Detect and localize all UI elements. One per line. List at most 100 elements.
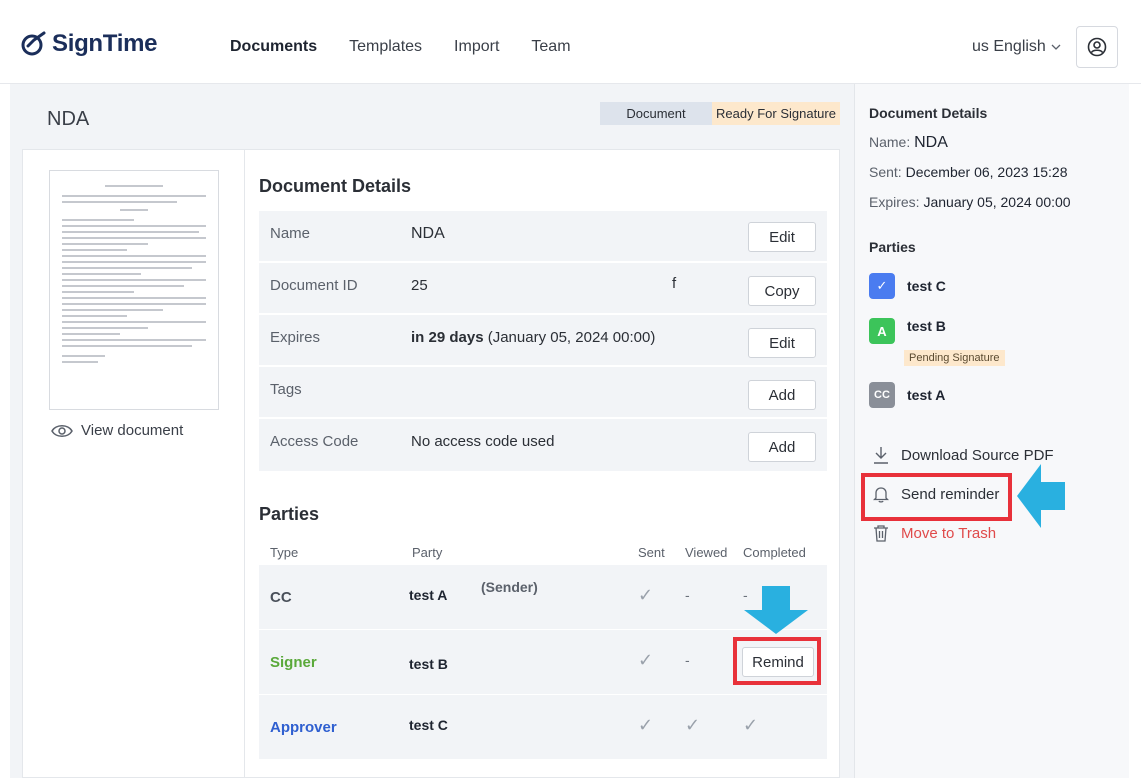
chevron-down-icon: [1051, 44, 1061, 50]
sidebar-party: ✓ test C: [869, 273, 946, 299]
nav-templates[interactable]: Templates: [349, 38, 422, 56]
document-details-heading: Document Details: [259, 176, 412, 196]
sidebar-party: CC test A: [869, 382, 945, 408]
party-name: test C: [907, 278, 946, 294]
completed-check-icon: ✓: [743, 715, 759, 735]
language-label: us English: [972, 38, 1046, 55]
send-reminder-highlight-box: [861, 473, 1012, 521]
expires-date: (January 05, 2024 00:00): [487, 329, 656, 346]
logo[interactable]: SignTime: [20, 30, 157, 58]
party-name: test B: [907, 318, 946, 334]
party-name: test A: [907, 387, 946, 403]
name-value: NDA: [914, 134, 948, 151]
main-nav: Documents Templates Import Team: [230, 38, 571, 56]
language-selector[interactable]: us English: [972, 38, 1062, 56]
expires-value: January 05, 2024 00:00: [923, 194, 1071, 210]
detail-value: in 29 days (January 05, 2024 00:00): [411, 329, 655, 346]
detail-label: Name: [270, 225, 311, 242]
sent-check-icon: ✓: [638, 585, 654, 605]
sent-check-icon: ✓: [638, 715, 654, 735]
sidebar-name: Name: NDA: [869, 134, 948, 152]
arrow-down-icon: [744, 586, 808, 634]
party-name: test B: [409, 656, 448, 672]
detail-row-access-code: Access Code No access code used Add: [259, 419, 827, 471]
parties-table-header: Type Party Sent Viewed Completed: [259, 543, 827, 565]
details-table: Name NDA Edit Document ID 25 f Copy Expi…: [259, 211, 827, 471]
move-to-trash-label: Move to Trash: [901, 524, 997, 542]
avatar: CC: [869, 382, 895, 408]
header-completed: Completed: [743, 545, 806, 560]
copy-id-button[interactable]: Copy: [748, 276, 816, 306]
viewed-check-icon: ✓: [685, 715, 701, 735]
detail-value: No access code used: [411, 433, 555, 450]
move-to-trash-action[interactable]: Move to Trash: [873, 524, 996, 542]
detail-value: NDA: [411, 225, 445, 242]
document-card: View document Document Details Name NDA …: [22, 149, 840, 778]
user-icon: [1087, 37, 1107, 57]
arrow-left-icon: [1017, 464, 1065, 528]
party-type: CC: [270, 589, 292, 606]
edit-name-button[interactable]: Edit: [748, 222, 816, 252]
detail-value-extra: f: [672, 275, 677, 292]
detail-value: 25: [411, 277, 428, 294]
sent-check-icon: ✓: [638, 650, 654, 670]
pending-signature-badge: Pending Signature: [904, 350, 1005, 366]
expires-label: Expires:: [869, 194, 920, 210]
trash-icon: [874, 525, 888, 542]
viewed-status: -: [685, 652, 690, 668]
parties-heading: Parties: [259, 504, 320, 524]
add-access-code-button[interactable]: Add: [748, 432, 816, 462]
edit-expires-button[interactable]: Edit: [748, 328, 816, 358]
status-badge: Ready For Signature: [712, 102, 840, 125]
party-type: Signer: [270, 654, 317, 671]
add-tags-button[interactable]: Add: [748, 380, 816, 410]
page-title: NDA: [47, 108, 90, 130]
remind-highlight-box: [733, 637, 821, 685]
top-navbar: SignTime Documents Templates Import Team…: [0, 0, 1141, 84]
header-type: Type: [270, 545, 299, 560]
signtime-logo-icon: [21, 31, 46, 56]
nav-team[interactable]: Team: [531, 38, 570, 56]
sent-value: December 06, 2023 15:28: [905, 164, 1068, 180]
detail-row-document-id: Document ID 25 f Copy: [259, 263, 827, 315]
avatar: ✓: [869, 273, 895, 299]
detail-label: Expires: [270, 329, 321, 346]
sidebar-expires: Expires: January 05, 2024 00:00: [869, 194, 1071, 210]
eye-icon: [51, 424, 73, 437]
table-row: Approver test C ✓ ✓ ✓: [259, 695, 827, 759]
nav-import[interactable]: Import: [454, 38, 499, 56]
sent-label: Sent:: [869, 164, 902, 180]
expires-relative: in 29 days: [411, 329, 484, 346]
nav-documents[interactable]: Documents: [230, 38, 317, 56]
sender-tag: (Sender): [481, 579, 538, 595]
header-sent: Sent: [638, 545, 665, 560]
brand-name: SignTime: [52, 30, 158, 57]
detail-row-expires: Expires in 29 days (January 05, 2024 00:…: [259, 315, 827, 367]
detail-label: Document ID: [270, 277, 358, 294]
sidebar-party: A test B: [869, 318, 946, 344]
right-sidebar: Document Details Name: NDA Sent: Decembe…: [854, 84, 1129, 778]
party-name: test A: [409, 587, 448, 603]
sidebar-sent: Sent: December 06, 2023 15:28: [869, 164, 1067, 180]
user-menu-button[interactable]: [1076, 26, 1118, 68]
detail-row-name: Name NDA Edit: [259, 211, 827, 263]
viewed-status: -: [685, 587, 690, 603]
download-icon: [874, 447, 888, 464]
sidebar-parties-heading: Parties: [869, 239, 916, 255]
document-type-badge: Document: [600, 102, 712, 125]
detail-label: Tags: [270, 381, 302, 398]
header-viewed: Viewed: [685, 545, 728, 560]
document-thumbnail[interactable]: [49, 170, 219, 410]
party-name: test C: [409, 717, 448, 733]
preview-column: View document: [23, 150, 245, 778]
view-document-link[interactable]: View document: [51, 422, 183, 439]
download-label: Download Source PDF: [901, 446, 1054, 464]
detail-row-tags: Tags Add: [259, 367, 827, 419]
party-type: Approver: [270, 719, 337, 736]
avatar: A: [869, 318, 895, 344]
detail-label: Access Code: [270, 433, 359, 450]
sidebar-details-heading: Document Details: [869, 105, 988, 121]
name-label: Name:: [869, 134, 911, 150]
view-document-label: View document: [81, 422, 184, 439]
main-content: NDA Document Ready For Signature View do…: [10, 84, 854, 778]
